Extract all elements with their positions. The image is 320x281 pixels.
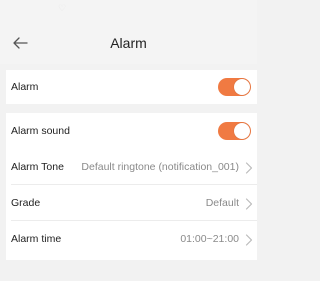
toggle-knob xyxy=(234,79,250,95)
alarm-sound-label: Alarm sound xyxy=(11,125,70,137)
grade-row[interactable]: Grade Default xyxy=(6,185,257,221)
header: Alarm xyxy=(0,24,257,64)
chevron-right-icon xyxy=(245,161,253,174)
status-icon: ♡ xyxy=(58,3,67,13)
alarm-card: Alarm xyxy=(6,70,257,104)
alarm-time-value: 01:00~21:00 xyxy=(180,233,239,245)
alarm-sound-row: Alarm sound xyxy=(6,113,257,149)
chevron-right-icon xyxy=(245,233,253,246)
alarm-label: Alarm xyxy=(11,81,39,93)
alarm-tone-value: Default ringtone (notification_001) xyxy=(81,161,239,173)
grade-label: Grade xyxy=(11,197,41,209)
alarm-tone-row[interactable]: Alarm Tone Default ringtone (notificatio… xyxy=(6,149,257,185)
settings-card: Alarm sound Alarm Tone Default ringtone … xyxy=(6,113,257,260)
alarm-tone-label: Alarm Tone xyxy=(11,161,64,173)
alarm-toggle[interactable] xyxy=(218,78,251,96)
page-title: Alarm xyxy=(110,35,147,51)
alarm-time-label: Alarm time xyxy=(11,233,62,245)
chevron-right-icon xyxy=(245,197,253,210)
status-bar: ♡ xyxy=(0,0,257,24)
alarm-sound-toggle[interactable] xyxy=(218,122,251,140)
toggle-knob xyxy=(234,123,250,139)
grade-value: Default xyxy=(205,197,239,209)
alarm-row: Alarm xyxy=(6,70,257,104)
alarm-time-row[interactable]: Alarm time 01:00~21:00 xyxy=(6,221,257,257)
